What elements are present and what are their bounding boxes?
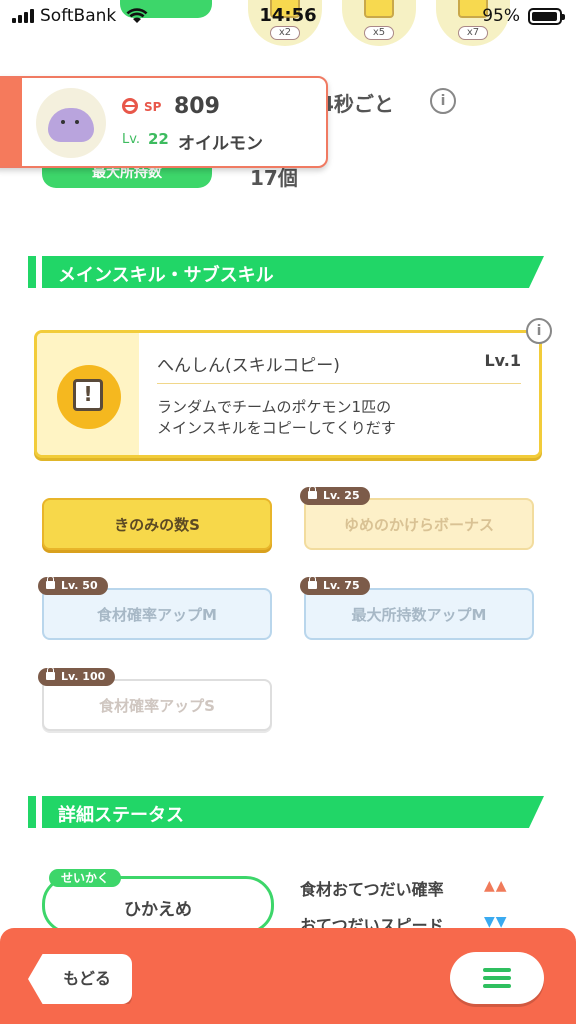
lock-level: Lv. 100 [61,670,106,683]
pokemon-summary-card: SP 809 Lv. 22 オイルモン [0,76,328,168]
details-section-header: 詳細ステータス [28,796,546,828]
sub-skill-5-lock-tag: Lv. 100 [38,667,116,686]
skill-copy-glyph: ! [73,379,113,421]
nature-tag: せいかく [49,869,122,887]
help-info-icon[interactable]: i [430,88,456,114]
status-bar: SoftBank 14:56 95% [0,0,576,34]
sp-value: 809 [174,94,220,119]
lock-level: Lv. 50 [61,579,98,592]
battery-fill [532,11,557,21]
menu-icon-line [483,976,511,980]
main-skill-name: へんしん(スキルコピー) [157,356,340,376]
sub-skill-3-button[interactable]: 食材確率アップM [42,588,272,640]
skills-section-header: メインスキル・サブスキル [28,256,546,288]
sub-skill-4-button[interactable]: 最大所持数アップM [304,588,534,640]
menu-button[interactable] [450,952,544,1004]
stat-up-icon: ▲▲ [484,878,508,894]
pokemon-avatar [36,88,106,158]
lock-icon [46,667,55,680]
main-skill-level: Lv.1 [484,351,521,370]
sub-skill-4-lock-tag: Lv. 75 [300,576,370,595]
lock-level: Lv. 75 [323,579,360,592]
main-skill-icon-area: ! [37,333,139,455]
sub-skill-2-button[interactable]: ゆめのかけらボーナス [304,498,534,550]
nature-box[interactable]: せいかく ひかえめ [42,869,274,934]
back-button[interactable]: もどる [28,954,132,1004]
main-skill-description: ランダムでチームのポケモン1匹の メインスキルをコピーしてくりだす [157,397,396,439]
main-skill-card[interactable]: ! へんしん(スキルコピー) Lv.1 ランダムでチームのポケモン1匹の メイン… [34,330,542,458]
card-stripe [0,78,22,166]
main-skill-info-icon[interactable]: i [526,318,552,344]
sub-skill-3-lock-tag: Lv. 50 [38,576,108,595]
menu-icon-line [483,984,511,988]
menu-icon-line [483,968,511,972]
divider [157,383,521,384]
level-value: 22 [148,130,169,148]
nature-value: ひかえめ [124,900,192,920]
skill-copy-icon: ! [57,365,121,429]
pokemon-name: オイルモン [178,134,263,154]
sub-skill-5-button[interactable]: 食材確率アップS [42,679,272,731]
lock-icon [308,486,317,499]
main-skill-body: へんしん(スキルコピー) Lv.1 ランダムでチームのポケモン1匹の メインスキ… [139,333,539,455]
main-skill-desc-line1: ランダムでチームのポケモン1匹の [157,398,392,416]
sub-skill-2-lock-tag: Lv. 25 [300,486,370,505]
sp-icon [122,98,138,114]
details-section-title: 詳細ステータス [58,805,184,826]
stat-up-label: 食材おてつだい確率 [300,880,444,899]
status-right: 95% [482,6,565,26]
lock-level: Lv. 25 [323,489,360,502]
pokemon-sprite [48,108,94,142]
sub-skill-1-button[interactable]: きのみの数S [42,498,272,550]
lock-icon [308,576,317,589]
level-label: Lv. [122,132,141,147]
lock-icon [46,576,55,589]
header-accent [28,256,36,288]
battery-icon [528,7,565,25]
main-skill-desc-line2: メインスキルをコピーしてくりだす [157,419,396,437]
bottom-bar: もどる [0,928,576,1024]
sp-label: SP [144,100,162,114]
skills-section-title: メインスキル・サブスキル [58,265,274,286]
header-accent [28,796,36,828]
battery-percent: 95% [482,6,520,26]
